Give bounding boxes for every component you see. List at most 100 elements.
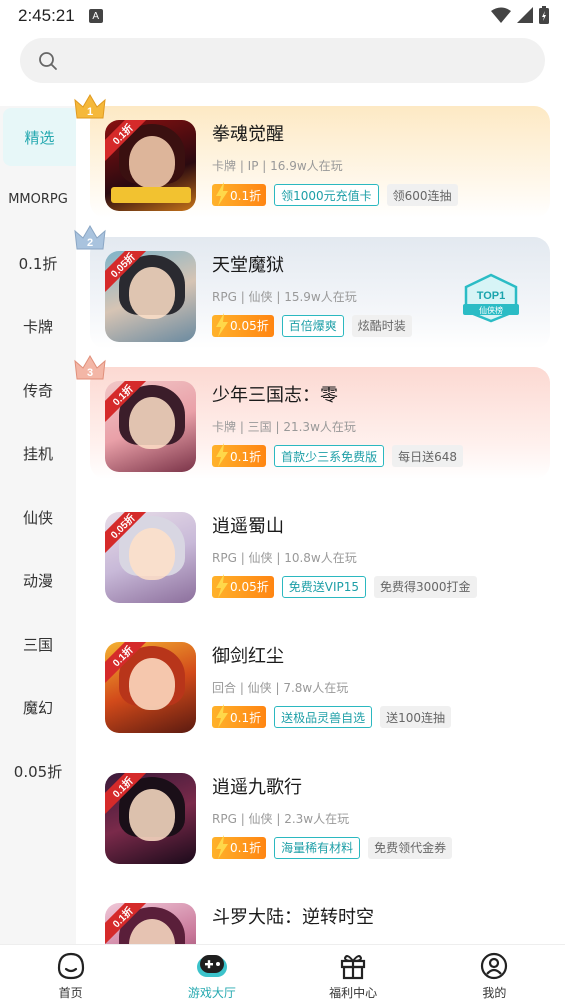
discount-tag: 0.1折 — [212, 704, 267, 728]
sidebar-item-0-1-discount[interactable]: 0.1折 — [0, 232, 76, 296]
discount-tag: 0.1折 — [212, 182, 267, 206]
home-icon — [57, 952, 84, 980]
category-sidebar: 精选 MMORPG 0.1折 卡牌 传奇 挂机 仙侠 动漫 三国 魔幻 0.05… — [0, 106, 76, 946]
search-input[interactable] — [68, 51, 508, 70]
game-title: 逍遥蜀山 — [212, 515, 284, 537]
game-meta: 卡牌 | 三国 | 21.3w人在玩 — [212, 420, 356, 434]
lightning-icon — [216, 834, 228, 859]
rank-2-crown-icon: 2 — [74, 224, 106, 249]
highlight-tag: 领1000元充值卡 — [274, 184, 379, 206]
game-meta: RPG | 仙侠 | 10.8w人在玩 — [212, 550, 357, 565]
svg-text:TOP1: TOP1 — [477, 290, 506, 302]
lightning-icon — [216, 182, 228, 206]
game-tags: 0.1折 海量稀有材料 免费领代金券 — [212, 834, 453, 859]
game-card[interactable]: 0.1折 御剑红尘 回合 | 仙侠 | 7.8w人在玩 0.1折 送极品灵兽自选… — [90, 628, 550, 759]
battery-icon — [539, 6, 549, 24]
game-thumbnail[interactable]: 0.1折 — [105, 381, 196, 472]
lightning-icon — [216, 704, 228, 728]
sidebar-item-fantasy[interactable]: 魔幻 — [0, 676, 76, 740]
lightning-icon — [216, 312, 228, 337]
game-tags: 0.1折 领1000元充值卡 领600连抽 — [212, 182, 458, 206]
search-icon — [39, 51, 57, 70]
discount-tag: 0.1折 — [212, 834, 267, 859]
game-title: 少年三国志：零 — [212, 385, 338, 406]
rank-3-crown-icon: 3 — [74, 355, 106, 380]
sidebar-item-xianxia[interactable]: 仙侠 — [0, 486, 76, 550]
sidebar-item-three-kingdoms[interactable]: 三国 — [0, 613, 76, 677]
svg-text:3: 3 — [87, 367, 93, 379]
game-card[interactable]: 0.1折 1 拳魂觉醒 卡牌 | IP | 16.9w人在玩 0.1折 领100… — [74, 94, 550, 237]
game-meta: RPG | 仙侠 | 2.3w人在玩 — [212, 811, 350, 826]
benefit-tag: 领600连抽 — [386, 184, 458, 206]
benefit-tag: 每日送648 — [392, 445, 464, 467]
nav-game-hall[interactable]: 游戏大厅 — [141, 945, 282, 1004]
game-thumbnail[interactable]: 0.1折 — [105, 120, 196, 211]
gift-icon — [341, 955, 366, 980]
game-thumbnail[interactable]: 0.1折 — [105, 772, 196, 864]
notification-indicator-icon: A — [88, 9, 103, 23]
nav-game-hall-label: 游戏大厅 — [187, 986, 236, 1000]
top1-ranking-badge: TOP1 仙侠榜 — [463, 273, 519, 322]
profile-icon — [481, 952, 508, 980]
highlight-tag: 首款少三系免费版 — [274, 445, 385, 467]
sidebar-item-anime[interactable]: 动漫 — [0, 549, 76, 613]
signal-icon — [517, 7, 533, 23]
highlight-tag: 百倍爆爽 — [281, 314, 344, 337]
nav-welfare-label: 福利中心 — [329, 986, 378, 1000]
benefit-tag: 免费得3000打金 — [374, 575, 477, 598]
svg-text:仙侠榜: 仙侠榜 — [479, 305, 503, 315]
status-icons — [491, 6, 549, 24]
game-meta: RPG | 仙侠 | 15.9w人在玩 — [212, 289, 357, 304]
lightning-icon — [216, 443, 228, 467]
game-thumbnail[interactable]: 0.05折 — [105, 511, 196, 603]
svg-text:2: 2 — [87, 237, 93, 249]
benefit-tag: 炫酷时装 — [351, 314, 412, 337]
game-thumbnail[interactable]: 0.1折 — [105, 642, 196, 733]
game-tags: 0.1折 首款少三系免费版 每日送648 — [212, 443, 464, 467]
nav-mine-label: 我的 — [482, 986, 507, 1000]
game-card[interactable]: 0.1折 逍遥九歌行 RPG | 仙侠 | 2.3w人在玩 0.1折 海量稀有材… — [90, 759, 550, 890]
status-bar: 2:45:21 A — [0, 0, 565, 32]
highlight-tag: 送极品灵兽自选 — [274, 706, 373, 728]
game-title: 逍遥九歌行 — [212, 776, 302, 798]
search-bar[interactable] — [20, 38, 545, 83]
nav-home-label: 首页 — [58, 986, 83, 1000]
wifi-icon — [491, 7, 511, 23]
nav-home[interactable]: 首页 — [0, 945, 141, 1004]
nav-mine[interactable]: 我的 — [424, 945, 565, 1004]
game-meta: 卡牌 | IP | 16.9w人在玩 — [212, 159, 343, 173]
discount-tag: 0.05折 — [212, 312, 274, 337]
discount-tag: 0.1折 — [212, 443, 267, 467]
game-tags: 0.05折 百倍爆爽 炫酷时装 — [212, 312, 412, 337]
lightning-icon — [216, 573, 228, 598]
sidebar-item-legend[interactable]: 传奇 — [0, 359, 76, 423]
benefit-tag: 送100连抽 — [380, 706, 452, 728]
highlight-tag: 海量稀有材料 — [274, 836, 361, 859]
sidebar-item-idle[interactable]: 挂机 — [0, 422, 76, 486]
nav-welfare[interactable]: 福利中心 — [283, 945, 424, 1004]
game-thumbnail[interactable]: 0.05折 — [105, 250, 196, 342]
svg-text:1: 1 — [87, 106, 93, 118]
game-tags: 0.05折 免费送VIP15 免费得3000打金 — [212, 573, 477, 598]
status-time: 2:45:21 — [18, 6, 75, 25]
game-title: 拳魂觉醒 — [212, 124, 284, 145]
sidebar-item-featured[interactable]: 精选 — [3, 108, 76, 166]
sidebar-item-card[interactable]: 卡牌 — [0, 295, 76, 359]
sidebar-item-0-05-discount[interactable]: 0.05折 — [0, 740, 76, 804]
sidebar-item-mmorpg[interactable]: MMORPG — [0, 168, 76, 232]
game-card[interactable]: 0.05折 逍遥蜀山 RPG | 仙侠 | 10.8w人在玩 0.05折 免费送… — [90, 498, 550, 629]
bottom-navigation: 首页 游戏大厅 福利中心 我的 — [0, 944, 565, 1004]
game-list: 0.1折 1 拳魂觉醒 卡牌 | IP | 16.9w人在玩 0.1折 领100… — [74, 94, 550, 1004]
game-tags: 0.1折 送极品灵兽自选 送100连抽 — [212, 704, 452, 728]
benefit-tag: 免费领代金券 — [368, 836, 453, 859]
game-card[interactable]: 0.1折 3 少年三国志：零 卡牌 | 三国 | 21.3w人在玩 0.1折 首… — [74, 355, 550, 498]
highlight-tag: 免费送VIP15 — [281, 575, 366, 598]
rank-1-crown-icon: 1 — [74, 94, 106, 119]
discount-tag: 0.05折 — [212, 573, 274, 598]
gamepad-icon — [196, 955, 227, 977]
game-title: 斗罗大陆：逆转时空 — [212, 907, 374, 928]
game-card[interactable]: 0.05折 2 天堂魔狱 RPG | 仙侠 | 15.9w人在玩 0.05折 百… — [74, 224, 550, 368]
game-title: 天堂魔狱 — [212, 254, 284, 276]
game-meta: 回合 | 仙侠 | 7.8w人在玩 — [212, 681, 349, 695]
game-title: 御剑红尘 — [212, 646, 284, 667]
